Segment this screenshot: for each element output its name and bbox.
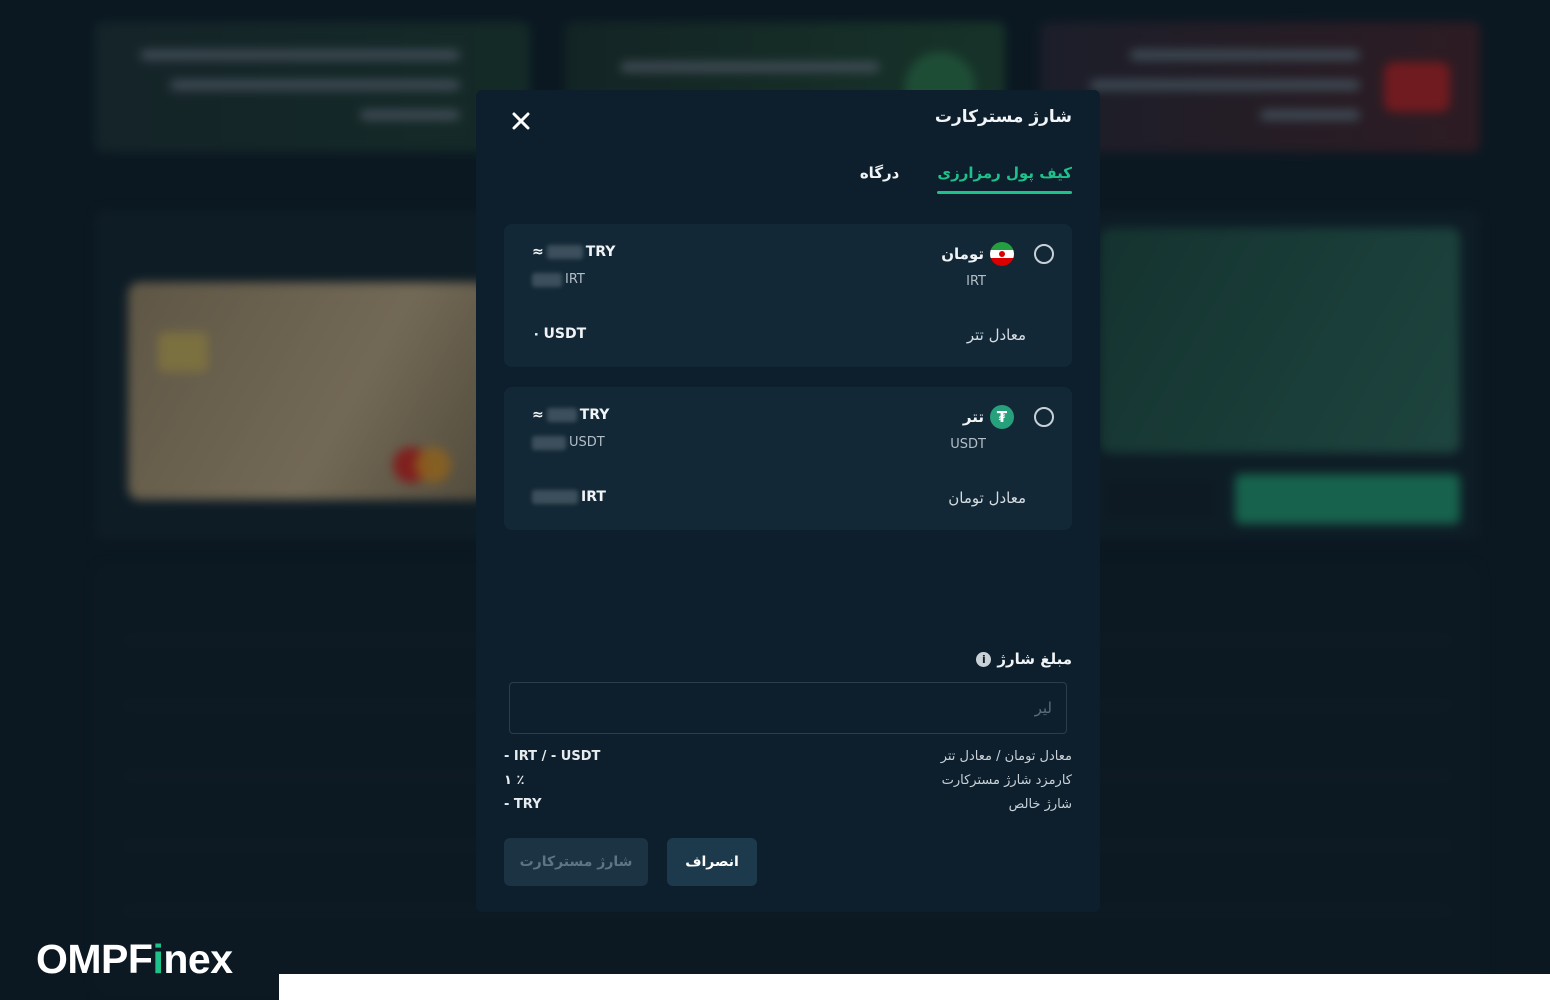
modal-header: شارژ مسترکارت (504, 104, 1072, 138)
summary-key: معادل تومان / معادل تتر (940, 749, 1072, 764)
summary-net-charge: شارژ خالص - TRY (504, 797, 1072, 817)
promo-banner-3 (1040, 22, 1480, 152)
option-toman-irt-value: IRT (532, 272, 585, 287)
amount-label-text: مبلغ شارژ (997, 650, 1072, 668)
hidden-value (546, 408, 577, 422)
option-toman-try-value: ≈ TRY (532, 244, 615, 260)
close-icon (512, 112, 530, 130)
close-button[interactable] (504, 104, 538, 138)
summary-value: - IRT / - USDT (504, 749, 601, 764)
hidden-value (532, 272, 562, 287)
logo-suffix: nex (163, 936, 233, 982)
balance-panel (1100, 228, 1460, 453)
background-green-button (1235, 474, 1460, 524)
omp-finex-logo: OMPFinex (36, 936, 233, 983)
hidden-value (532, 490, 578, 504)
irt-unit: IRT (581, 489, 606, 505)
background-input (1100, 474, 1220, 524)
option-tether-irt-equiv: IRT (532, 489, 606, 505)
equiv-value: ۰ (532, 326, 541, 342)
tab-crypto-wallet[interactable]: کیف پول رمزارزی (937, 164, 1072, 194)
option-toman-title: تومان (941, 242, 1014, 266)
summary-key: کارمزد شارژ مسترکارت (941, 773, 1072, 788)
usdt-unit: USDT (569, 435, 605, 450)
try-unit: TRY (585, 244, 616, 260)
info-icon[interactable]: i (976, 651, 992, 667)
cancel-button[interactable]: انصراف (667, 838, 757, 886)
summary-fee: کارمزد شارژ مسترکارت ۱ ٪ (504, 773, 1072, 793)
mastercard-image (128, 282, 488, 500)
tether-icon: ₮ (990, 405, 1014, 429)
amount-input[interactable] (509, 682, 1067, 734)
try-unit: TRY (579, 407, 610, 423)
payment-tabs: کیف پول رمزارزی درگاه (860, 164, 1072, 194)
option-tether-equiv-label: معادل تومان (948, 489, 1026, 507)
option-toman-equiv-label: معادل تتر (966, 326, 1026, 344)
hidden-value (532, 435, 566, 450)
option-tether-usdt-value: USDT (532, 435, 605, 450)
logo-prefix: OMPF (36, 936, 153, 982)
usdt-unit: USDT (543, 326, 587, 342)
option-toman-usdt-equiv: ۰ USDT (532, 326, 586, 342)
summary-value: - TRY (504, 797, 542, 812)
summary-key: شارژ خالص (1008, 797, 1072, 812)
option-tether-try-value: ≈ TRY (532, 407, 609, 423)
hidden-value (546, 245, 583, 259)
option-toman[interactable]: تومان IRT معادل تتر ≈ TRY IRT ۰ USDT (504, 224, 1072, 367)
logo-i: i (152, 936, 164, 982)
iran-flag-icon (990, 242, 1014, 266)
irt-unit: IRT (565, 272, 585, 287)
option-tether-title: ₮ تتر (963, 405, 1014, 429)
option-toman-name: تومان (941, 245, 984, 263)
approx-sign: ≈ (532, 244, 544, 260)
option-tether-code: USDT (950, 437, 986, 452)
summary-value: ۱ ٪ (504, 773, 525, 788)
charge-mastercard-button[interactable]: شارژ مسترکارت (504, 838, 648, 886)
option-tether-name: تتر (962, 408, 984, 426)
option-tether[interactable]: ₮ تتر USDT معادل تومان ≈ TRY USDT IRT (504, 387, 1072, 530)
promo-banner-1 (95, 22, 530, 152)
summary-equivalent: معادل تومان / معادل تتر - IRT / - USDT (504, 749, 1072, 769)
amount-label: مبلغ شارژ i (976, 650, 1072, 668)
approx-sign: ≈ (532, 407, 544, 423)
radio-toman[interactable] (1034, 244, 1054, 264)
option-toman-code: IRT (966, 274, 986, 289)
modal-title: شارژ مسترکارت (934, 107, 1072, 127)
tab-gateway[interactable]: درگاه (860, 164, 900, 194)
mastercard-charge-modal: شارژ مسترکارت کیف پول رمزارزی درگاه توما… (476, 90, 1100, 912)
bottom-white-bar (279, 974, 1550, 1000)
radio-tether[interactable] (1034, 407, 1054, 427)
